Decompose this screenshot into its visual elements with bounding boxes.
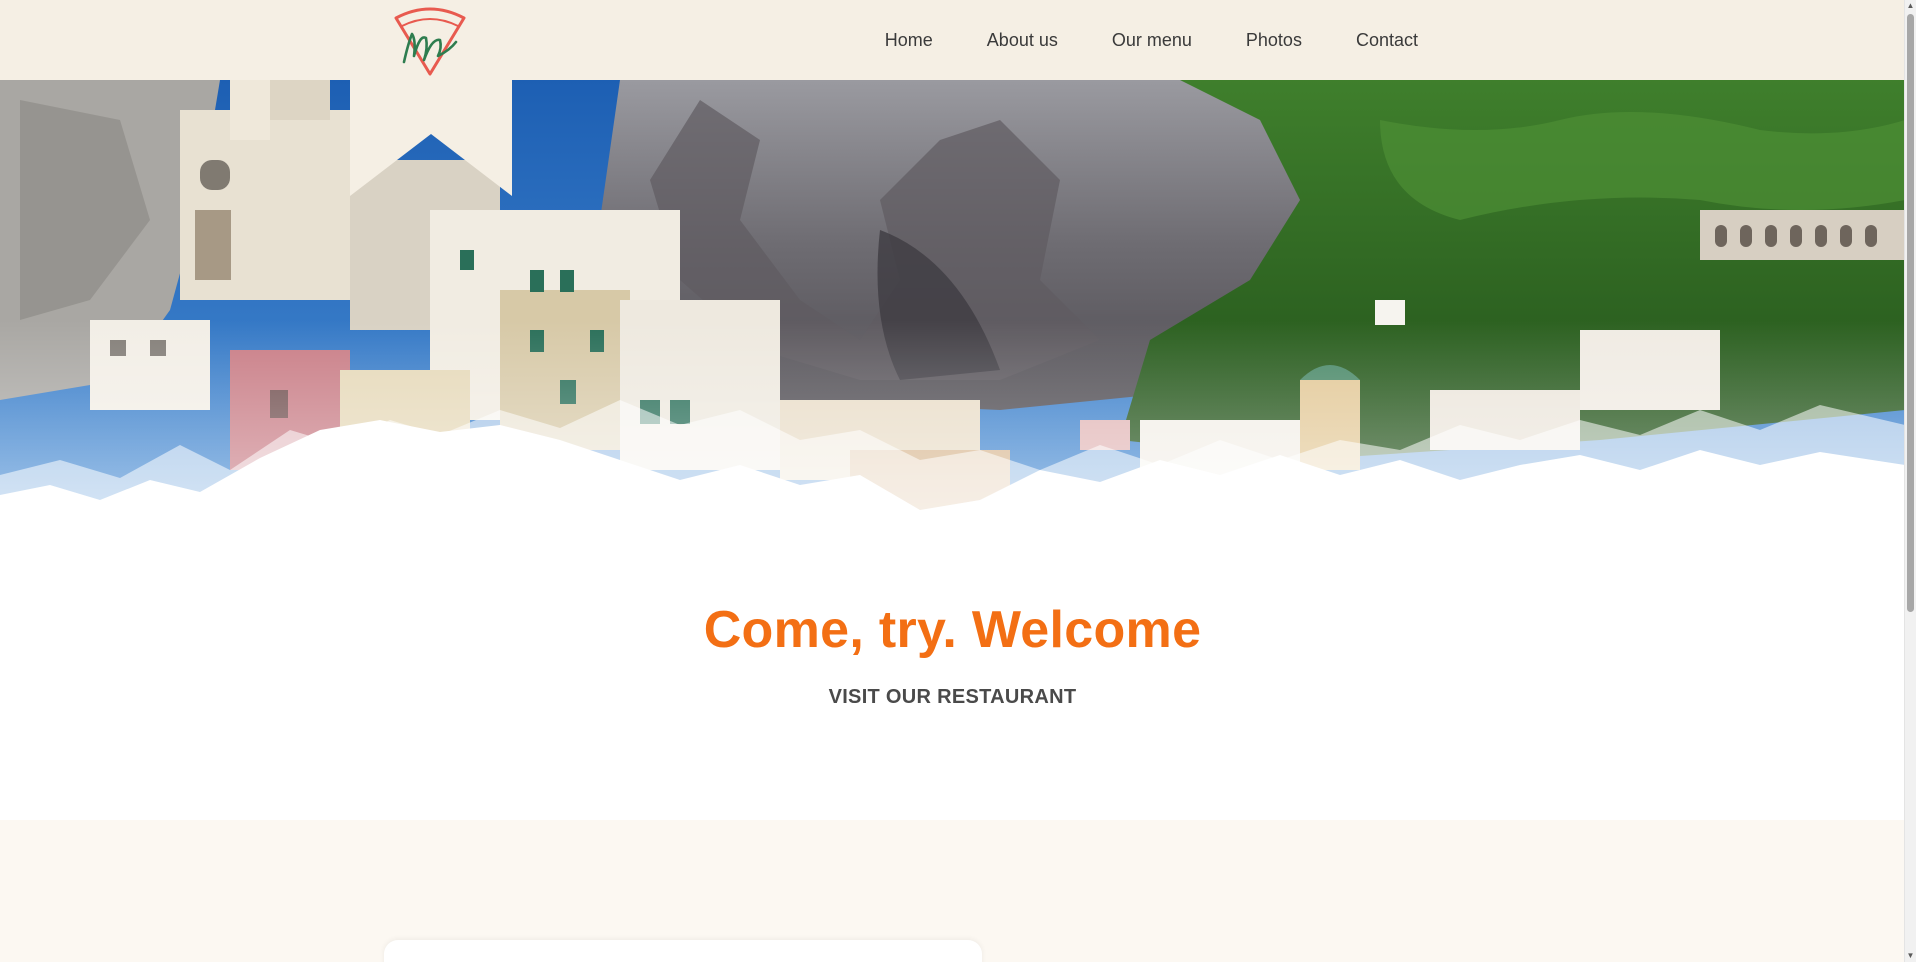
- page: Home About us Our menu Photos Contact Co…: [0, 0, 1905, 962]
- pizza-slice-logo-icon[interactable]: [390, 4, 470, 80]
- nav-about-link[interactable]: About us: [960, 30, 1085, 51]
- logo-banner-tab: [350, 80, 512, 200]
- welcome-title: Come, try. Welcome: [703, 601, 1202, 659]
- nav-menu-link[interactable]: Our menu: [1085, 30, 1219, 51]
- nav-contact-link[interactable]: Contact: [1329, 30, 1445, 51]
- lower-section: [0, 820, 1905, 962]
- site-header: Home About us Our menu Photos Contact: [0, 0, 1905, 80]
- nav-home-link[interactable]: Home: [858, 30, 960, 51]
- main-nav: Home About us Our menu Photos Contact: [858, 0, 1445, 80]
- scrollbar-thumb[interactable]: [1907, 14, 1914, 612]
- page-scrollbar[interactable]: ▲ ▼: [1904, 0, 1916, 962]
- welcome-subtitle: VISIT OUR RESTAURANT: [828, 686, 1077, 708]
- hero-coastal-town-image: [0, 80, 1905, 540]
- nav-photos-link[interactable]: Photos: [1219, 30, 1329, 51]
- chevron-down-icon[interactable]: ▼: [1906, 950, 1915, 962]
- content-card: [384, 940, 982, 962]
- welcome-section: Come, try. Welcome VISIT OUR RESTAURANT: [0, 600, 1905, 709]
- chevron-up-icon[interactable]: ▲: [1906, 0, 1915, 12]
